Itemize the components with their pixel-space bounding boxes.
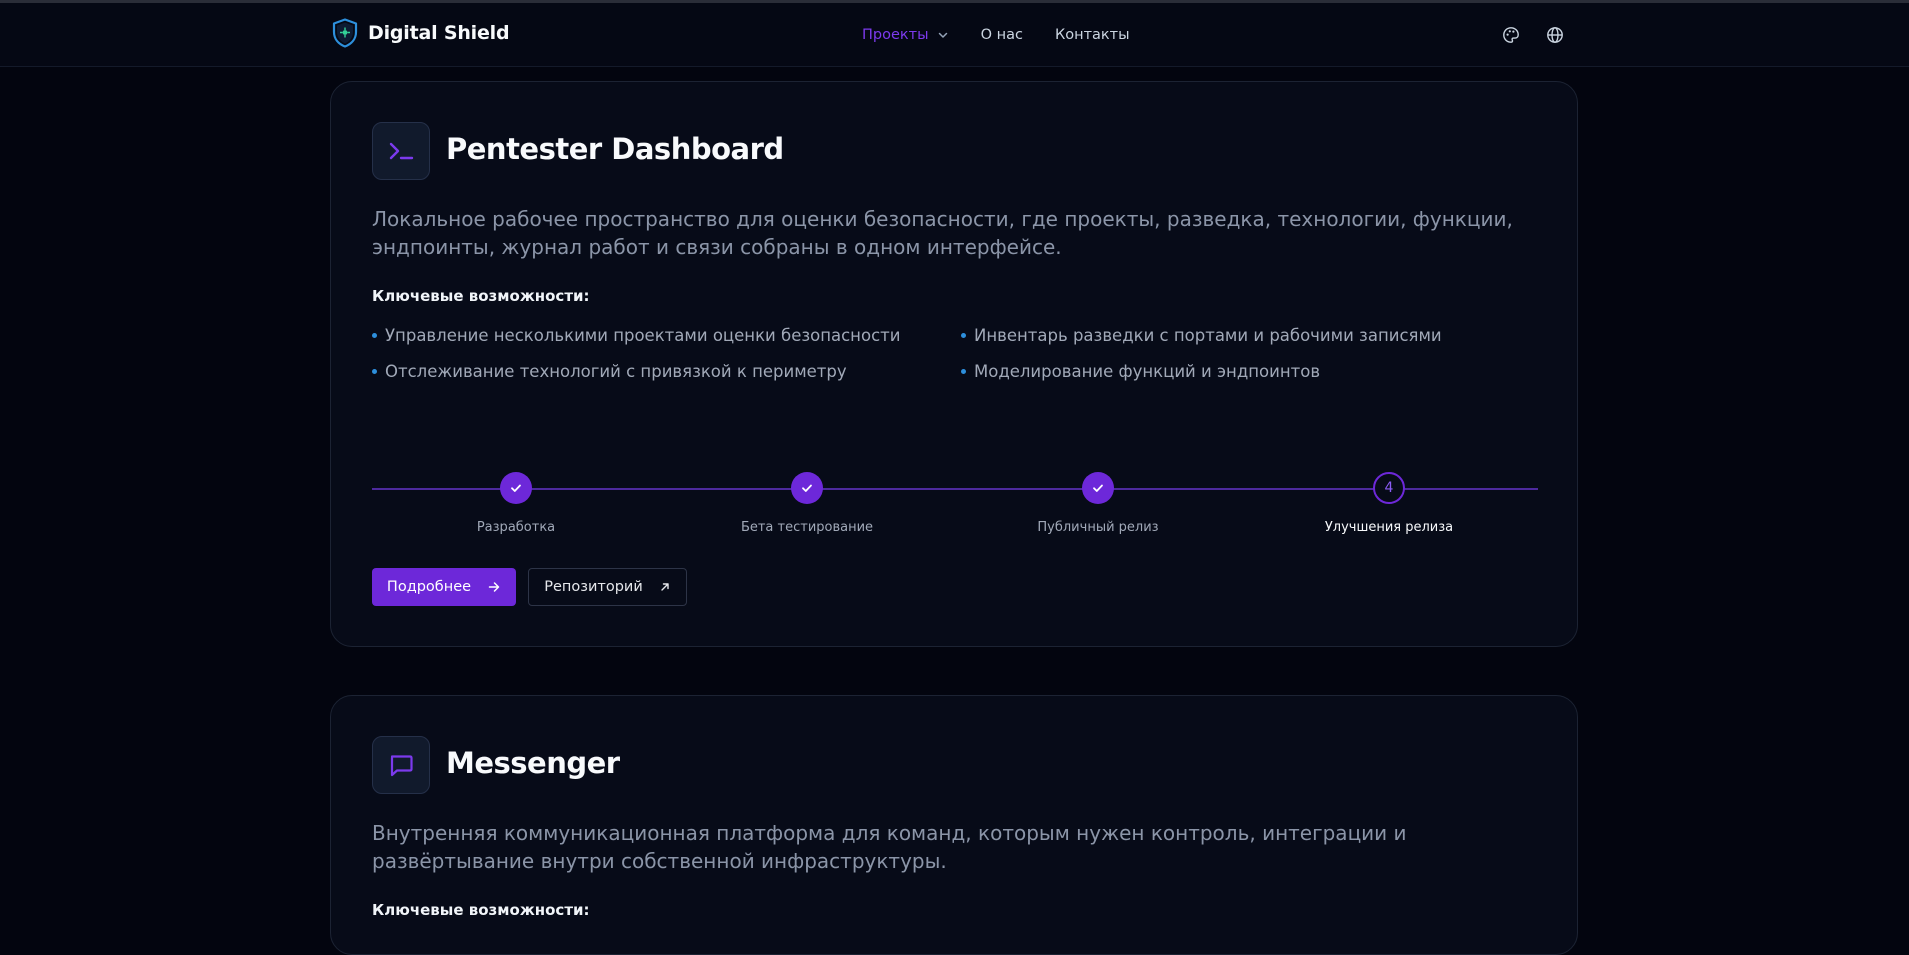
stage-label: Публичный релиз	[1037, 520, 1159, 535]
check-icon	[1093, 484, 1103, 492]
feature-text: Управление несколькими проектами оценки …	[385, 326, 901, 345]
feature-text: Моделирование функций и эндпоинтов	[974, 362, 1321, 381]
details-button-label: Подробнее	[386, 579, 472, 595]
feature-text: Инвентарь разведки с портами и рабочими …	[974, 326, 1442, 345]
brand-logo-link[interactable]: Digital Shield	[332, 18, 510, 48]
feature-item: Управление несколькими проектами оценки …	[372, 326, 900, 345]
project-description: Локальное рабочее пространство для оценк…	[372, 207, 1513, 259]
bullet-dot	[372, 333, 377, 338]
check-icon	[802, 484, 812, 492]
bullet-dot	[961, 333, 966, 338]
stage-2-done-marker	[791, 472, 823, 504]
repository-button[interactable]: Репозиторий	[528, 568, 687, 606]
project-card-messenger: Messenger Внутренняя коммуникационная пл…	[330, 695, 1578, 955]
shield-logo-icon	[332, 18, 358, 48]
chat-icon	[390, 755, 413, 777]
nav-projects-dropdown[interactable]: Проекты	[862, 27, 949, 43]
feature-item: Отслеживание технологий с привязкой к пе…	[372, 362, 847, 381]
stage-label-current: Улучшения релиза	[1324, 520, 1454, 535]
arrow-right-icon	[488, 582, 500, 592]
project-icon-box	[372, 736, 430, 794]
features-heading: Ключевые возможности:	[372, 287, 590, 305]
repository-button-label: Репозиторий	[544, 579, 643, 595]
terminal-icon	[389, 142, 414, 160]
project-card-pentester-dashboard: Pentester Dashboard Локальное рабочее пр…	[330, 81, 1578, 647]
stage-number: 4	[1384, 480, 1394, 496]
project-title: Pentester Dashboard	[446, 132, 784, 166]
project-description: Внутренняя коммуникационная платформа дл…	[372, 821, 1407, 873]
stage-3-done-marker	[1082, 472, 1114, 504]
stage-1-done-marker	[500, 472, 532, 504]
stage-4-current-marker: 4	[1373, 472, 1405, 504]
chevron-down-icon	[938, 32, 947, 38]
details-button[interactable]: Подробнее	[372, 568, 516, 606]
palette-icon[interactable]	[1502, 26, 1520, 44]
stage-label: Разработка	[476, 520, 556, 535]
bullet-dot	[372, 369, 377, 374]
external-link-arrow-icon	[661, 583, 669, 591]
globe-icon[interactable]	[1546, 26, 1564, 44]
project-title: Messenger	[446, 746, 620, 780]
bullet-dot	[961, 369, 966, 374]
main-nav: Проекты О нас Контакты	[862, 3, 1130, 67]
project-icon-box	[372, 122, 430, 180]
features-heading: Ключевые возможности:	[372, 901, 590, 919]
feature-item: Моделирование функций и эндпоинтов	[961, 362, 1320, 381]
navbar: Digital Shield Проекты О нас Контакты	[0, 3, 1909, 67]
nav-contacts-link[interactable]: Контакты	[1055, 27, 1130, 43]
nav-about-link[interactable]: О нас	[981, 27, 1023, 43]
nav-actions	[1502, 3, 1564, 67]
feature-item: Инвентарь разведки с портами и рабочими …	[961, 326, 1442, 345]
feature-text: Отслеживание технологий с привязкой к пе…	[385, 362, 847, 381]
nav-projects-label: Проекты	[862, 27, 929, 43]
brand-name: Digital Shield	[368, 22, 510, 44]
check-icon	[511, 484, 521, 492]
stage-label: Бета тестирование	[740, 520, 874, 535]
release-progress-line	[372, 488, 1538, 490]
